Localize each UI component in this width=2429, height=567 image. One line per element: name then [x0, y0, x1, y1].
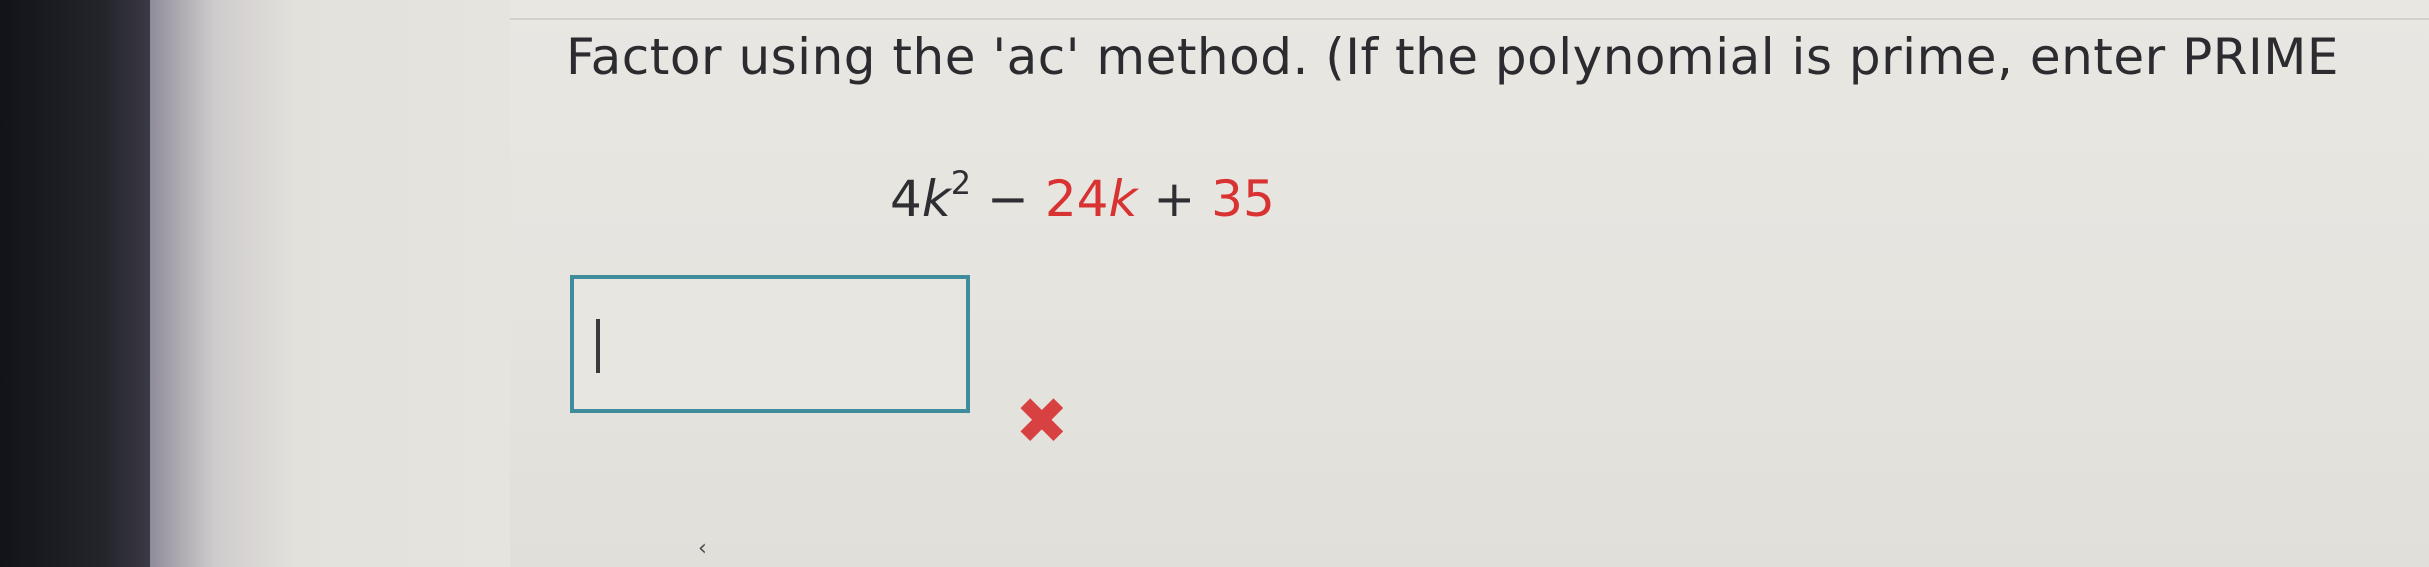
expr-exponent: 2 [950, 164, 972, 202]
expr-coefficient: 4 [890, 170, 922, 228]
expr-term-2-variable: k [1108, 170, 1138, 228]
answer-input[interactable] [570, 275, 970, 413]
expr-term-2-coefficient: 24 [1044, 170, 1109, 228]
expr-term-2: 24k [1045, 170, 1138, 228]
side-panel [150, 0, 512, 567]
polynomial-expression: 4k2 − 24k + 35 [890, 164, 1275, 228]
expr-variable: k [921, 170, 951, 228]
question-prompt: Factor using the 'ac' method. (If the po… [566, 28, 2339, 86]
expr-term-3: 35 [1211, 170, 1275, 228]
expr-operator-minus: − [987, 170, 1029, 228]
small-mark: ‹ [698, 536, 707, 561]
expr-operator-plus: + [1153, 170, 1196, 228]
top-divider [510, 18, 2429, 20]
x-mark-icon: ✖ [1015, 385, 1069, 459]
question-panel: Factor using the 'ac' method. (If the po… [510, 0, 2429, 567]
text-cursor [596, 319, 600, 373]
